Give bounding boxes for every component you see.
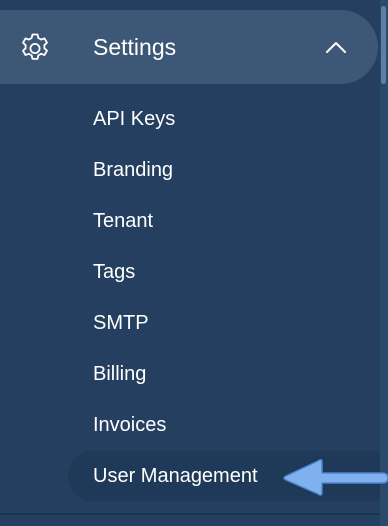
submenu-item-label: Tags bbox=[93, 261, 136, 283]
submenu-item-billing[interactable]: Billing bbox=[0, 349, 380, 400]
submenu-item-label: Tenant bbox=[93, 210, 154, 232]
submenu-item-label: User Management bbox=[93, 465, 258, 487]
sidebar: Settings API Keys Branding Tenant Tags S… bbox=[0, 0, 388, 526]
settings-submenu: API Keys Branding Tenant Tags SMTP Billi… bbox=[0, 94, 380, 501]
scrollbar-track[interactable] bbox=[380, 0, 388, 526]
submenu-item-tenant[interactable]: Tenant bbox=[0, 196, 380, 247]
settings-label: Settings bbox=[93, 34, 177, 60]
submenu-item-label: Branding bbox=[93, 159, 174, 181]
submenu-item-branding[interactable]: Branding bbox=[0, 145, 380, 196]
submenu-item-smtp[interactable]: SMTP bbox=[0, 298, 380, 349]
submenu-item-label: API Keys bbox=[93, 108, 176, 130]
scrollbar-thumb[interactable] bbox=[381, 6, 386, 84]
settings-menu-header[interactable]: Settings bbox=[0, 10, 378, 84]
divider bbox=[0, 513, 380, 515]
submenu-item-invoices[interactable]: Invoices bbox=[0, 400, 380, 451]
submenu-item-label: Billing bbox=[93, 363, 147, 385]
submenu-item-label: SMTP bbox=[93, 312, 149, 334]
submenu-item-api-keys[interactable]: API Keys bbox=[0, 94, 380, 145]
submenu-item-label: Invoices bbox=[93, 414, 167, 436]
submenu-item-tags[interactable]: Tags bbox=[0, 247, 380, 298]
